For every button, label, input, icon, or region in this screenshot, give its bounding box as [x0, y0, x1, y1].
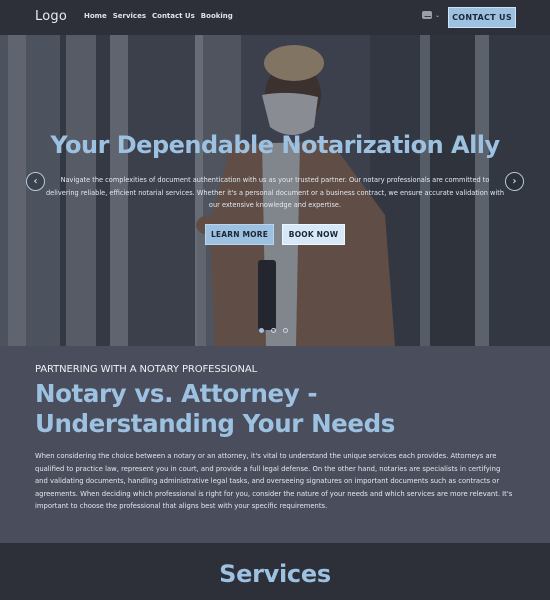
hero-description: Navigate the complexities of document au…	[45, 176, 505, 209]
notary-vs-attorney-section: PARTNERING WITH A NOTARY PROFESSIONAL No…	[0, 346, 550, 543]
section-eyebrow: PARTNERING WITH A NOTARY PROFESSIONAL	[35, 364, 258, 375]
services-section: Services	[0, 543, 550, 600]
chevron-left-icon: ‹	[33, 176, 38, 187]
services-title: Services	[219, 560, 331, 588]
hero-slider: Your Dependable Notarization Ally Naviga…	[0, 35, 550, 346]
main-nav: Home Services Contact Us Booking	[84, 12, 233, 20]
language-selector[interactable]: ⌄	[422, 11, 440, 19]
nav-link-home[interactable]: Home	[84, 12, 107, 20]
nav-link-contact-us[interactable]: Contact Us	[152, 12, 195, 20]
contact-us-button[interactable]: CONTACT US	[448, 7, 516, 28]
slider-dot-3[interactable]	[283, 328, 288, 333]
hero-title: Your Dependable Notarization Ally	[50, 131, 500, 159]
logo[interactable]: Logo	[35, 9, 67, 24]
slider-next-button[interactable]: ›	[505, 172, 524, 191]
slider-prev-button[interactable]: ‹	[26, 172, 45, 191]
chevron-right-icon: ›	[512, 176, 517, 187]
slider-dot-2[interactable]	[271, 328, 276, 333]
top-navbar: Logo Home Services Contact Us Booking ⌄ …	[0, 0, 550, 35]
chevron-down-icon: ⌄	[435, 11, 441, 19]
slider-dot-1[interactable]	[259, 328, 264, 333]
nav-link-booking[interactable]: Booking	[201, 12, 233, 20]
book-now-button[interactable]: BOOK NOW	[282, 224, 345, 245]
learn-more-button[interactable]: LEARN MORE	[205, 224, 274, 245]
slider-pagination	[259, 328, 288, 333]
section-title: Notary vs. Attorney - Understanding Your…	[35, 379, 395, 438]
section-description: When considering the choice between a no…	[35, 452, 513, 510]
flag-icon	[422, 11, 432, 19]
nav-link-services[interactable]: Services	[113, 12, 146, 20]
